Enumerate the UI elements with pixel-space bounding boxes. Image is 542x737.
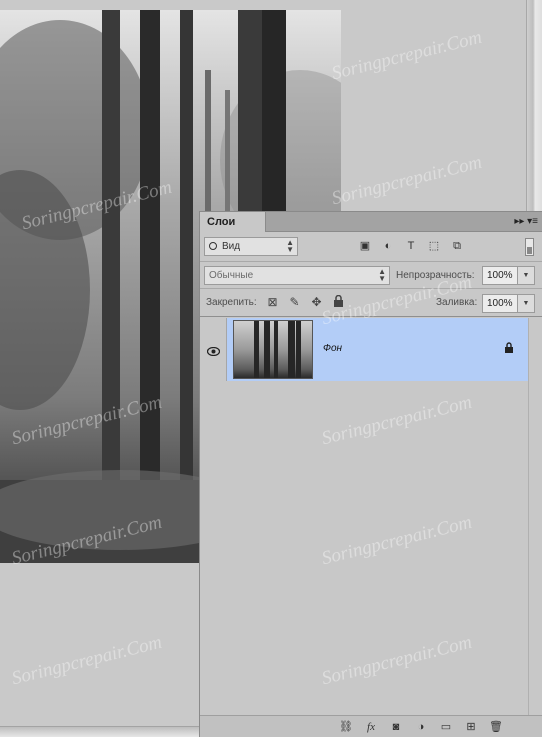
panel-tabbar: Слои ▸▸ ▾≡ bbox=[200, 212, 542, 232]
lock-row: Закрепить: ⊠ ✎ ✥ Заливка: 100% ▼ bbox=[200, 289, 542, 317]
opacity-label: Непрозрачность: bbox=[396, 270, 475, 281]
watermark: Soringpcrepair.Com bbox=[9, 631, 165, 690]
fill-input[interactable]: 100% bbox=[482, 294, 518, 313]
lock-transparency-icon[interactable]: ⊠ bbox=[266, 295, 279, 309]
layer-row[interactable]: Фон bbox=[227, 318, 528, 381]
new-adjustment-icon[interactable]: ◑ bbox=[413, 720, 429, 734]
fill-slider-arrow-icon[interactable]: ▼ bbox=[518, 294, 535, 313]
panel-menu-icon[interactable]: ▸▸ ▾≡ bbox=[514, 216, 538, 227]
canvas-bottom-edge bbox=[0, 726, 200, 737]
adjustment-filter-icon[interactable]: ◐ bbox=[381, 240, 395, 253]
add-mask-icon[interactable]: ◙ bbox=[388, 720, 404, 734]
dropdown-arrows-icon: ▲ ▼ bbox=[378, 267, 386, 283]
blend-mode-value: Обычные bbox=[209, 270, 254, 281]
lock-icons: ⊠ ✎ ✥ bbox=[266, 294, 345, 309]
layer-lock-icon bbox=[504, 342, 514, 357]
filter-kind-label: Вид bbox=[222, 241, 241, 252]
lock-position-icon[interactable]: ✥ bbox=[310, 295, 323, 309]
eye-icon[interactable] bbox=[206, 345, 221, 359]
footer-icons: ⛓ fx ◙ ◑ ▭ ⊞ 🗑 bbox=[338, 720, 504, 734]
shape-filter-icon[interactable]: ⬚ bbox=[427, 240, 441, 253]
fx-icon[interactable]: fx bbox=[363, 720, 379, 734]
filter-kind-dropdown[interactable]: Вид ▲ ▼ bbox=[204, 237, 298, 256]
dropdown-arrows-icon: ▲ ▼ bbox=[286, 238, 294, 254]
link-layers-icon[interactable]: ⛓ bbox=[338, 720, 354, 734]
search-icon bbox=[209, 242, 217, 250]
lock-all-icon[interactable] bbox=[332, 294, 345, 309]
lock-image-icon[interactable]: ✎ bbox=[288, 295, 301, 309]
blend-mode-dropdown[interactable]: Обычные ▲ ▼ bbox=[204, 266, 390, 285]
opacity-input[interactable]: 100% bbox=[482, 266, 518, 285]
opacity-slider-arrow-icon[interactable]: ▼ bbox=[518, 266, 535, 285]
watermark: Soringpcrepair.Com bbox=[329, 26, 485, 85]
filter-toggle[interactable] bbox=[525, 238, 534, 256]
smart-object-filter-icon[interactable]: ⧉ bbox=[450, 240, 464, 253]
new-layer-icon[interactable]: ⊞ bbox=[463, 720, 479, 734]
filter-row: Вид ▲ ▼ ▣ ◐ T ⬚ ⧉ bbox=[200, 232, 542, 262]
layer-name[interactable]: Фон bbox=[323, 343, 342, 354]
layer-thumbnail bbox=[233, 320, 313, 379]
layers-panel: Слои ▸▸ ▾≡ Вид ▲ ▼ ▣ ◐ T ⬚ ⧉ Обычные ▲ ▼ Н… bbox=[199, 211, 542, 737]
blend-row: Обычные ▲ ▼ Непрозрачность: 100% ▼ bbox=[200, 262, 542, 289]
watermark: Soringpcrepair.Com bbox=[329, 151, 485, 210]
panel-footer: ⛓ fx ◙ ◑ ▭ ⊞ 🗑 bbox=[200, 715, 542, 737]
fill-label: Заливка: bbox=[436, 297, 478, 308]
image-filter-icon[interactable]: ▣ bbox=[358, 240, 372, 253]
delete-layer-icon[interactable]: 🗑 bbox=[488, 720, 504, 734]
layers-scrollbar[interactable] bbox=[528, 318, 542, 718]
lock-label: Закрепить: bbox=[206, 297, 257, 308]
visibility-column bbox=[200, 318, 227, 381]
new-group-icon[interactable]: ▭ bbox=[438, 720, 454, 734]
filter-icons: ▣ ◐ T ⬚ ⧉ bbox=[358, 240, 464, 253]
type-filter-icon[interactable]: T bbox=[404, 240, 418, 253]
tab-layers[interactable]: Слои bbox=[200, 212, 266, 232]
